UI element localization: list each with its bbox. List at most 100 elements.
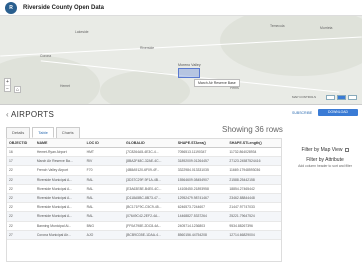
- table-row[interactable]: 22 Riverside Municipal A... RAL {D118A5BC-8…: [7, 193, 281, 204]
- table-cell-name: Riverside Municipal A...: [34, 193, 85, 204]
- airport-feature-highlight[interactable]: [178, 68, 200, 78]
- county-logo[interactable]: R: [5, 1, 17, 14]
- table-cell-objectid: 22: [7, 211, 35, 222]
- table-cell-name: Riverside Municipal A...: [34, 202, 85, 213]
- table-cell-name: Hemet-Ryan Airport: [34, 147, 85, 158]
- column-header-shape-length[interactable]: SHAPE.STLength(): [227, 139, 281, 148]
- table-cell-globalid: {BCB9CD5E-1DAA-4...: [124, 230, 176, 240]
- table-cell-shape-length: 25221.79647524: [227, 211, 281, 222]
- filter-hint: Add column header to sort and filter: [298, 164, 352, 168]
- map-attribution: MAP CONTROLS: [292, 95, 316, 99]
- map-city-label: Corona: [40, 54, 52, 58]
- basemap-toggle[interactable]: [348, 95, 357, 100]
- table-cell-shape-area: 14468827.5337264: [175, 211, 228, 222]
- table-cell-loc-id: RAL: [84, 202, 124, 213]
- table-cell-globalid: {07649C42-2EF2-4A...: [124, 211, 176, 222]
- table-cell-name: Riverside Municipal A...: [34, 211, 85, 222]
- column-header-objectid[interactable]: OBJECTID: [7, 139, 35, 148]
- table-cell-objectid: 16: [7, 147, 35, 158]
- table-cell-objectid: 22: [7, 221, 35, 231]
- zoom-out-button[interactable]: −: [5, 86, 10, 93]
- table-cell-globalid: {FF0A798E-2DC8-4A...: [124, 221, 176, 231]
- table-cell-loc-id: RAL: [84, 193, 124, 204]
- subscribe-link[interactable]: SUBSCRIBE: [292, 111, 312, 115]
- table-row[interactable]: 16 Hemet-Ryan Airport HMT {7C8264A5-4E3C-4.…: [7, 147, 281, 158]
- panel-tabs: Details Table Charts: [6, 127, 82, 138]
- map-tooltip: March Air Reserve Base: [194, 79, 240, 87]
- table-cell-globalid: {8BA2F48C-32AE-4C...: [124, 156, 176, 167]
- map-terrain: [220, 16, 362, 76]
- tab-details[interactable]: Details: [6, 127, 31, 138]
- table-cell-objectid: 27: [7, 230, 35, 240]
- table-row[interactable]: 22 French Valley Airport F70 {4B8A9120-6F09…: [7, 165, 281, 176]
- basemap-toggle[interactable]: [326, 95, 335, 100]
- table-row[interactable]: 22 Riverside Municipal A... RAL {E3A63E8E-B…: [7, 184, 281, 194]
- table-cell-shape-area: 12952479.98741467: [175, 193, 228, 204]
- table-cell-shape-length: 21588.25442158: [227, 175, 281, 185]
- basemap-toggle-active[interactable]: [337, 95, 346, 100]
- column-header-name[interactable]: NAME: [34, 139, 85, 148]
- tab-table[interactable]: Table: [32, 127, 54, 138]
- table-cell-globalid: {4B8A9120-6F09-4F...: [124, 165, 176, 176]
- table-cell-loc-id: F70: [84, 165, 124, 176]
- chevron-left-icon[interactable]: ‹: [6, 110, 9, 119]
- table-row[interactable]: 17 March Air Reserve Ba... RIV {8BA2F48C-32…: [7, 156, 281, 167]
- table-row[interactable]: 27 Corona Municipal Air... AJO {BCB9CD5E-1D…: [7, 230, 281, 240]
- filter-by-attribute[interactable]: Filter by Attribute: [290, 157, 360, 163]
- table-cell-shape-length: 9534.88267396: [227, 221, 281, 231]
- map-city-label: Hemet: [60, 84, 70, 88]
- table-row[interactable]: 22 Riverside Municipal A... RAL {BC171F9C-C…: [7, 202, 281, 213]
- map-city-label: Riverside: [140, 46, 155, 50]
- filter-panel: Filter by Map View Filter by Attribute A…: [290, 147, 360, 168]
- table-cell-globalid: {7C8264A5-4E3C-4...: [124, 147, 176, 158]
- top-bar: R Riverside County Open Data: [0, 0, 362, 16]
- table-cell-shape-length: 18854.27465442: [227, 184, 281, 194]
- table-cell-shape-length: 21447.97747033: [227, 202, 281, 213]
- table-cell-name: Riverside Municipal A...: [34, 184, 85, 194]
- filter-by-map-view[interactable]: Filter by Map View: [290, 147, 360, 153]
- table-cell-shape-area: 7056513.11190347: [175, 147, 228, 158]
- map-terrain: [0, 56, 100, 104]
- panel-title-text: AIRPORTS: [10, 110, 55, 119]
- table-cell-shape-area: 3322984.013331035: [175, 165, 228, 176]
- home-button[interactable]: ⌂: [14, 86, 21, 93]
- column-header-loc-id[interactable]: LOC ID: [84, 139, 124, 148]
- table-row[interactable]: 22 Riverside Municipal A... RAL {3D37C29F-9…: [7, 175, 281, 185]
- column-header-globalid[interactable]: GLOBALID: [124, 139, 176, 148]
- zoom-control: + −: [4, 78, 11, 92]
- tab-charts[interactable]: Charts: [55, 127, 80, 138]
- zoom-in-button[interactable]: +: [5, 79, 10, 86]
- table-cell-name: March Air Reserve Ba...: [34, 156, 85, 167]
- table-cell-shape-length: 12714.66829004: [227, 230, 281, 240]
- table-cell-loc-id: BNG: [84, 221, 124, 231]
- table-cell-loc-id: HMT: [84, 147, 124, 158]
- map-city-label: Murrieta: [320, 26, 333, 30]
- data-table: OBJECTID NAME LOC ID GLOBALID SHAPE.STAr…: [6, 138, 282, 262]
- table-cell-objectid: 22: [7, 193, 35, 204]
- table-cell-name: Riverside Municipal A...: [34, 175, 85, 185]
- table-cell-loc-id: RIV: [84, 156, 124, 167]
- table-cell-name: Banning Municipal Ai...: [34, 221, 85, 231]
- filter-by-map-label: Filter by Map View: [301, 147, 343, 153]
- map-city-label: Temecula: [270, 24, 285, 28]
- table-row[interactable]: 22 Riverside Municipal A... RAL {07649C42-2…: [7, 211, 281, 222]
- table-cell-shape-area: 6246573.7244607: [175, 202, 228, 213]
- table-cell-globalid: {BC171F9C-C5C9-45...: [124, 202, 176, 213]
- site-title[interactable]: Riverside County Open Data: [23, 5, 104, 11]
- filter-map-checkbox[interactable]: [344, 147, 349, 152]
- column-header-shape-area[interactable]: SHAPE.STArea(): [175, 139, 228, 148]
- table-cell-objectid: 22: [7, 184, 35, 194]
- table-cell-shape-area: 2405714.1236803: [175, 221, 228, 231]
- map-view[interactable]: Lakeside Corona Riverside Moreno Valley …: [0, 16, 362, 104]
- table-cell-shape-length: 11732.864028934: [227, 147, 281, 158]
- table-cell-shape-length: 11669.17948593036: [227, 165, 281, 176]
- table-cell-globalid: {E3A63E8E-B4E0-4C...: [124, 184, 176, 194]
- table-cell-loc-id: RAL: [84, 211, 124, 222]
- table-cell-objectid: 17: [7, 156, 35, 167]
- table-cell-shape-length: 23462.88844448: [227, 193, 281, 204]
- panel-title: ‹ AIRPORTS: [6, 110, 54, 119]
- table-row[interactable]: 22 Banning Municipal Ai... BNG {FF0A798E-2D…: [7, 221, 281, 231]
- table-cell-name: Corona Municipal Air...: [34, 230, 85, 240]
- table-cell-loc-id: RAL: [84, 184, 124, 194]
- download-button[interactable]: DOWNLOAD: [318, 109, 358, 116]
